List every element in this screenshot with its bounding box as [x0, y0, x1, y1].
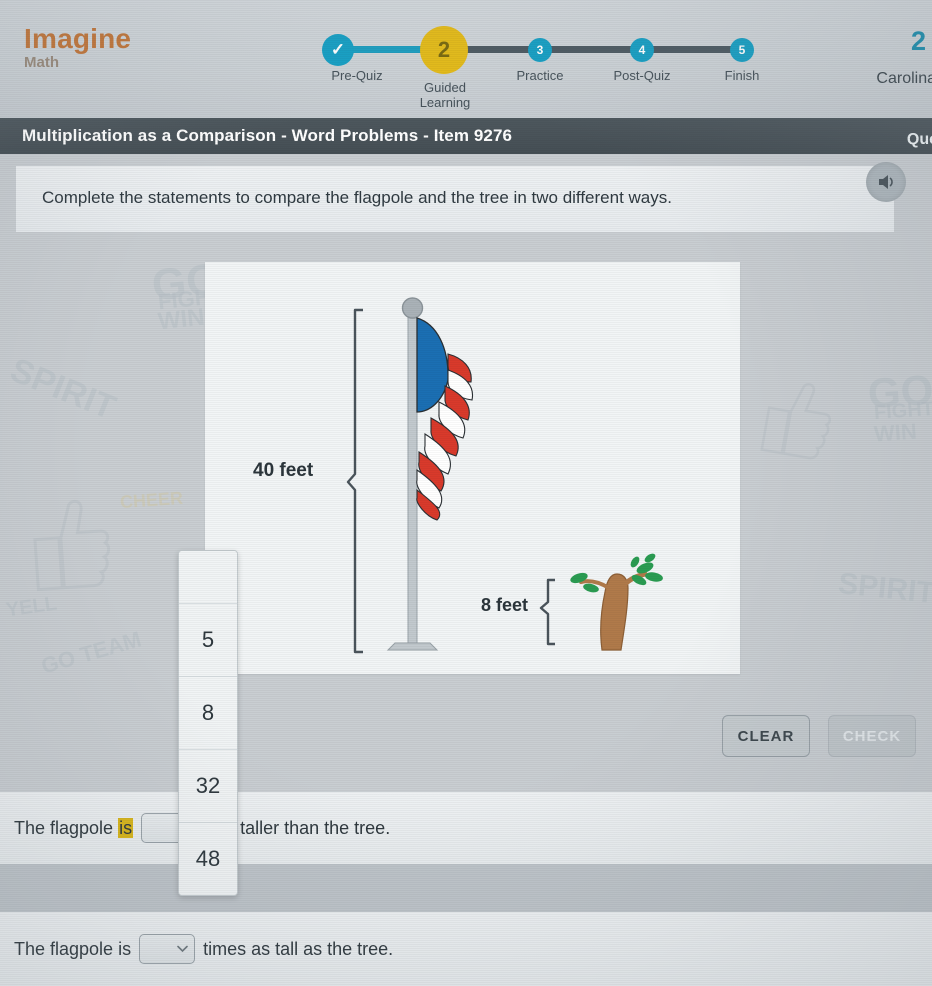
watermark-text: FIGHT	[873, 397, 932, 425]
statement-divider-band	[0, 864, 932, 912]
statement-2-tail: times as tall as the tree.	[203, 938, 394, 959]
stepper-label-finish: Finish	[724, 68, 760, 83]
dropdown-option-list[interactable]: 5 8 32 48	[178, 550, 238, 896]
statement-1-highlight: is	[118, 817, 134, 838]
prompt-text: Complete the statements to compare the f…	[42, 188, 672, 207]
watermark-text: GO	[866, 365, 932, 418]
statement-2-lead: The flagpole is	[14, 938, 132, 959]
logo-line-imagine: Imagine	[24, 23, 132, 54]
tree-icon	[570, 553, 663, 651]
stepper-label-practice: Practice	[516, 68, 564, 83]
app-header: Imagine Math ✓ 2 3 4 5 Pre-Quiz Guided L…	[0, 0, 932, 118]
question-label: Que	[906, 131, 932, 148]
action-button-row: CLEAR CHECK	[722, 715, 916, 757]
imagine-math-logo: Imagine Math	[24, 24, 131, 72]
stepper-node-number: 2	[437, 37, 451, 62]
statement-1-lead-text: The flagpole	[14, 817, 119, 838]
stepper-label-guided-learning: Guided Learning	[404, 80, 486, 110]
stepper-node-finish[interactable]: 5	[730, 38, 754, 62]
prompt-card: Complete the statements to compare the f…	[16, 166, 894, 232]
stepper-node-practice[interactable]: 3	[528, 38, 552, 62]
stepper-label-guided-line1: Guided	[424, 80, 466, 95]
thumbs-up-icon	[28, 492, 115, 598]
logo-line-math: Math	[24, 54, 59, 71]
watermark-text: GO TEAM	[38, 626, 144, 679]
dropdown-option-5[interactable]: 5	[179, 604, 237, 677]
watermark-text: SPIRIT	[836, 567, 932, 610]
thumbs-up-icon	[757, 372, 839, 468]
page-title: Multiplication as a Comparison - Word Pr…	[22, 126, 513, 145]
user-name[interactable]: Carolina	[876, 70, 932, 88]
stepper-node-guided-learning[interactable]: 2	[420, 26, 468, 74]
stepper-node-number: 5	[738, 43, 746, 57]
stepper-node-pre-quiz[interactable]: ✓	[322, 34, 354, 66]
stepper-node-number: 4	[638, 43, 646, 57]
statement-2-select[interactable]	[139, 934, 196, 964]
check-button[interactable]: CHECK	[828, 715, 916, 757]
statement-row-1: The flagpole is feet taller than the tre…	[0, 792, 932, 864]
watermark-text: SPIRIT	[5, 350, 121, 428]
chevron-down-icon	[177, 945, 188, 953]
statement-row-2: The flagpole is times as tall as the tre…	[0, 912, 932, 986]
watermark-text: WIN	[156, 303, 206, 336]
check-icon: ✓	[330, 40, 346, 59]
problem-illustration: 40 feet 8 feet	[205, 262, 740, 674]
lesson-title-bar: Multiplication as a Comparison - Word Pr…	[0, 118, 932, 154]
points-counter: 2	[910, 26, 926, 56]
watermark-text: WIN	[873, 418, 918, 447]
clear-button[interactable]: CLEAR	[722, 715, 810, 757]
progress-stepper: ✓ 2 3 4 5 Pre-Quiz Guided Learning Pract…	[300, 16, 780, 112]
dropdown-option-blank[interactable]	[179, 551, 237, 604]
dropdown-option-8[interactable]: 8	[179, 677, 237, 750]
flagpole-measure-label: 40 feet	[253, 460, 314, 481]
statement-1-lead: The flagpole is	[14, 817, 134, 839]
stepper-node-number: 3	[536, 43, 544, 57]
stepper-label-pre-quiz: Pre-Quiz	[331, 68, 383, 83]
stepper-label-post-quiz: Post-Quiz	[613, 68, 671, 83]
speaker-icon[interactable]	[866, 162, 906, 202]
dropdown-option-32[interactable]: 32	[179, 750, 237, 823]
watermark-text: CHEER	[119, 487, 184, 513]
dropdown-option-48[interactable]: 48	[179, 823, 237, 895]
tree-measure-label: 8 feet	[481, 595, 529, 615]
stepper-label-guided-line2: Learning	[419, 95, 471, 110]
stepper-node-post-quiz[interactable]: 4	[630, 38, 654, 62]
